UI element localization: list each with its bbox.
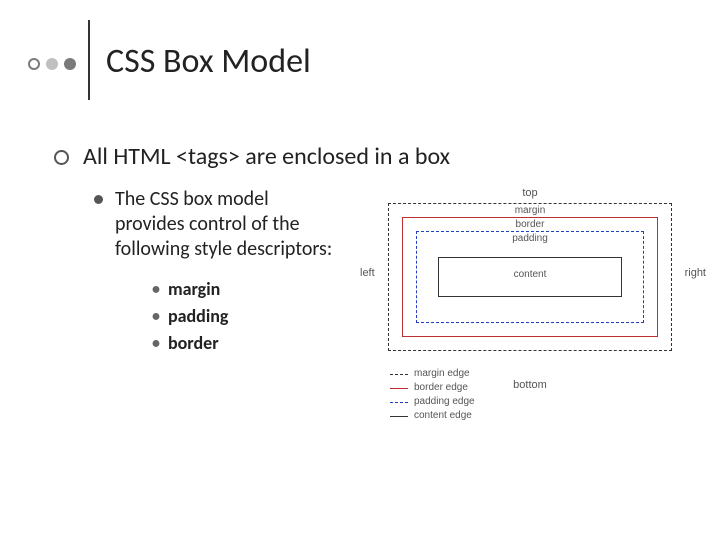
dot-icon	[64, 58, 76, 70]
legend-item: border edge	[390, 381, 475, 395]
swatch-icon	[390, 374, 408, 375]
slide-content: All HTML <tags> are enclosed in a box Th…	[54, 142, 700, 417]
main-bullet: All HTML <tags> are enclosed in a box	[54, 142, 700, 171]
sub-bullet: The CSS box model provides control of th…	[94, 187, 342, 262]
diagram-label-top: top	[522, 187, 537, 199]
descriptor-list: margin padding border	[152, 276, 342, 357]
header-dots	[28, 58, 76, 70]
legend-label: content edge	[414, 409, 472, 423]
sub-bullet-text: The CSS box model provides control of th…	[115, 187, 342, 262]
legend-label: margin edge	[414, 367, 470, 381]
diagram-label-right: right	[685, 267, 706, 279]
descriptor-item: border	[152, 330, 342, 357]
diagram-label-left: left	[360, 267, 375, 279]
dot-icon	[46, 58, 58, 70]
legend-label: padding edge	[414, 395, 475, 409]
main-bullet-text: All HTML <tags> are enclosed in a box	[83, 142, 450, 171]
border-label: border	[514, 219, 547, 230]
text-column: The CSS box model provides control of th…	[94, 187, 342, 357]
title-divider	[88, 20, 90, 100]
diagram-column: top left right bottom margin border padd…	[360, 187, 700, 417]
box-model-diagram: top left right bottom margin border padd…	[360, 187, 700, 417]
descriptor-label: margin	[168, 276, 220, 303]
descriptor-item: margin	[152, 276, 342, 303]
legend-item: margin edge	[390, 367, 475, 381]
padding-label: padding	[510, 233, 550, 244]
two-column-layout: The CSS box model provides control of th…	[94, 187, 700, 417]
slide-title: CSS Box Model	[106, 41, 311, 82]
swatch-icon	[390, 388, 408, 389]
descriptor-label: padding	[168, 303, 228, 330]
slide-header: CSS Box Model	[28, 28, 311, 100]
diagram-legend: margin edge border edge padding edge con…	[390, 367, 475, 423]
descriptor-label: border	[168, 330, 219, 357]
legend-item: content edge	[390, 409, 475, 423]
content-label: content	[512, 269, 549, 280]
diagram-label-bottom: bottom	[513, 379, 547, 391]
dot-icon	[28, 58, 40, 70]
swatch-icon	[390, 416, 408, 417]
legend-label: border edge	[414, 381, 468, 395]
margin-label: margin	[513, 205, 548, 216]
descriptor-item: padding	[152, 303, 342, 330]
swatch-icon	[390, 402, 408, 403]
legend-item: padding edge	[390, 395, 475, 409]
